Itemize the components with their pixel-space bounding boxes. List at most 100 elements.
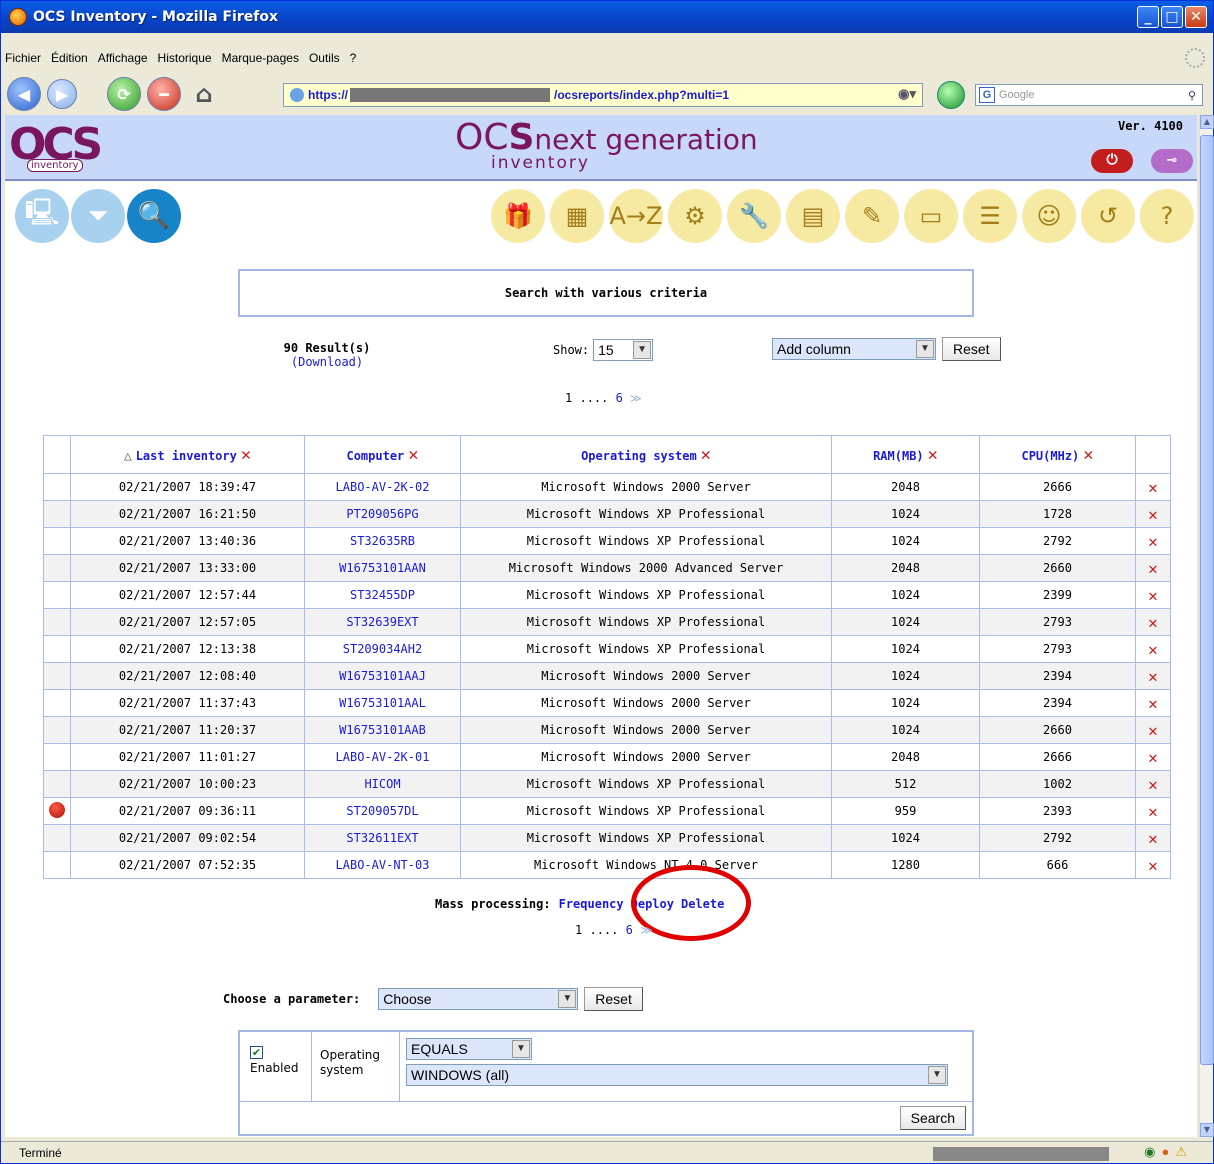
computer-link[interactable]: LABO-AV-2K-02 <box>336 480 430 494</box>
computer-link[interactable]: ST32455DP <box>350 588 415 602</box>
dictionary-icon[interactable]: A→Z <box>609 189 663 243</box>
home-button[interactable]: ⌂ <box>187 77 221 111</box>
value-select[interactable]: WINDOWS (all) ▼ <box>406 1064 948 1086</box>
param-reset-button[interactable]: Reset <box>584 987 643 1011</box>
help-icon[interactable]: ? <box>1140 189 1194 243</box>
menu-help[interactable]: ? <box>350 51 357 65</box>
next-page-icon[interactable]: ≫ <box>630 392 642 405</box>
maximize-button[interactable]: □ <box>1161 6 1183 28</box>
menu-historique[interactable]: Historique <box>158 51 212 65</box>
remove-column-icon[interactable]: ✕ <box>701 445 711 465</box>
computer-link[interactable]: ST32635RB <box>350 534 415 548</box>
menu-fichier[interactable]: Fichier <box>5 51 41 65</box>
gears-icon[interactable]: ⚙ <box>668 189 722 243</box>
computer-link[interactable]: ST209034AH2 <box>343 642 422 656</box>
computers-icon[interactable]: 🖳 <box>15 189 69 243</box>
forward-button[interactable]: ▶ <box>47 79 77 109</box>
remove-column-icon[interactable]: ✕ <box>928 445 938 465</box>
scroll-thumb[interactable] <box>1200 135 1214 1065</box>
param-select[interactable]: Choose ▼ <box>378 988 579 1010</box>
computer-link[interactable]: W16753101AAL <box>339 696 426 710</box>
search-menu-icon[interactable]: 🔍 <box>127 189 181 243</box>
wrench-icon[interactable]: 🔧 <box>727 189 781 243</box>
menu-outils[interactable]: Outils <box>309 51 340 65</box>
show-select[interactable]: 15 ▼ <box>593 339 654 361</box>
key-icon[interactable]: ⊸ <box>1151 149 1193 173</box>
operator-select[interactable]: EQUALS ▼ <box>406 1038 532 1060</box>
page-last[interactable]: 6 <box>616 391 623 405</box>
go-button[interactable] <box>937 81 965 109</box>
delete-row-icon[interactable]: ✕ <box>1148 613 1158 632</box>
delete-row-icon[interactable]: ✕ <box>1148 748 1158 767</box>
script-icon[interactable]: ✎ <box>845 189 899 243</box>
close-button[interactable]: ✕ <box>1185 6 1207 28</box>
computer-link[interactable]: ST209057DL <box>346 804 418 818</box>
delete-row-icon[interactable]: ✕ <box>1148 559 1158 578</box>
search-button[interactable]: Search <box>899 1106 966 1130</box>
delete-row-icon[interactable]: ✕ <box>1148 640 1158 659</box>
delete-row-icon[interactable]: ✕ <box>1148 532 1158 551</box>
computer-link[interactable]: W16753101AAB <box>339 723 426 737</box>
delete-row-icon[interactable]: ✕ <box>1148 856 1158 875</box>
firefox-status-icon[interactable]: ● <box>1161 1144 1169 1160</box>
header-computer[interactable]: Computer ✕ <box>304 435 461 474</box>
delete-row-icon[interactable]: ✕ <box>1148 775 1158 794</box>
stop-button[interactable]: ━ <box>147 77 181 111</box>
download-link[interactable]: (Download) <box>267 355 387 369</box>
header-ram[interactable]: RAM(MB) ✕ <box>831 435 980 474</box>
document-icon[interactable]: ☰ <box>963 189 1017 243</box>
delete-row-icon[interactable]: ✕ <box>1148 721 1158 740</box>
menu-edition[interactable]: Édition <box>51 51 88 65</box>
remove-column-icon[interactable]: ✕ <box>408 445 418 465</box>
delete-row-icon[interactable]: ✕ <box>1148 694 1158 713</box>
filter-icon[interactable]: ⏷ <box>71 189 125 243</box>
vertical-scrollbar[interactable]: ▲ ▼ <box>1199 115 1214 1137</box>
computer-link[interactable]: W16753101AAJ <box>339 669 426 683</box>
delete-row-icon[interactable]: ✕ <box>1148 586 1158 605</box>
ssl-icon[interactable]: ◉ <box>1144 1144 1155 1160</box>
computer-link[interactable]: PT209056PG <box>346 507 418 521</box>
reset-columns-button[interactable]: Reset <box>942 337 1001 361</box>
search-box[interactable]: G Google ⚲ <box>975 84 1203 106</box>
add-column-select[interactable]: Add column ▼ <box>772 338 936 360</box>
reload-button[interactable]: ⟳ <box>107 77 141 111</box>
user-icon[interactable]: ☺ <box>1022 189 1076 243</box>
page-last[interactable]: 6 <box>626 923 633 937</box>
page-1[interactable]: 1 <box>565 391 572 405</box>
delete-row-icon[interactable]: ✕ <box>1148 802 1158 821</box>
computer-link[interactable]: ST32611EXT <box>346 831 418 845</box>
software-icon[interactable]: ▤ <box>786 189 840 243</box>
computer-link[interactable]: LABO-AV-2K-01 <box>336 750 430 764</box>
page-1[interactable]: 1 <box>575 923 582 937</box>
enabled-checkbox[interactable]: ✔ <box>250 1046 263 1059</box>
warning-icon[interactable]: ⚠ <box>1175 1144 1187 1160</box>
delete-row-icon[interactable]: ✕ <box>1148 505 1158 524</box>
computer-link[interactable]: ST32639EXT <box>346 615 418 629</box>
back-button[interactable]: ◀ <box>7 77 41 111</box>
header-last-inventory[interactable]: △ Last inventory ✕ <box>70 435 305 474</box>
rss-icon[interactable]: ◉▾ <box>898 86 916 102</box>
remove-column-icon[interactable]: ✕ <box>241 445 251 465</box>
header-cpu[interactable]: CPU(MHz) ✕ <box>979 435 1136 474</box>
scroll-up-icon[interactable]: ▲ <box>1200 115 1214 129</box>
computer-link[interactable]: HICOM <box>364 777 400 791</box>
packages-icon[interactable]: 🎁 <box>491 189 545 243</box>
scroll-down-icon[interactable]: ▼ <box>1200 1123 1214 1137</box>
card-icon[interactable]: ▭ <box>904 189 958 243</box>
restore-icon[interactable]: ↺ <box>1081 189 1135 243</box>
header-os[interactable]: Operating system ✕ <box>460 435 832 474</box>
sort-asc-icon[interactable]: △ <box>124 449 132 464</box>
search-icon[interactable]: ⚲ <box>1188 89 1196 102</box>
address-bar[interactable]: https:// /ocsreports/index.php?multi=1 ◉… <box>283 83 923 107</box>
remove-column-icon[interactable]: ✕ <box>1083 445 1093 465</box>
delete-row-icon[interactable]: ✕ <box>1148 478 1158 497</box>
frequency-link[interactable]: Frequency <box>559 897 624 911</box>
menu-marque-pages[interactable]: Marque-pages <box>222 51 299 65</box>
delete-row-icon[interactable]: ✕ <box>1148 667 1158 686</box>
menu-affichage[interactable]: Affichage <box>98 51 148 65</box>
minimize-button[interactable]: _ <box>1137 6 1159 28</box>
firewall-icon[interactable]: ▦ <box>550 189 604 243</box>
logout-icon[interactable]: ⏻ <box>1091 149 1133 173</box>
computer-link[interactable]: LABO-AV-NT-03 <box>336 858 430 872</box>
delete-row-icon[interactable]: ✕ <box>1148 829 1158 848</box>
